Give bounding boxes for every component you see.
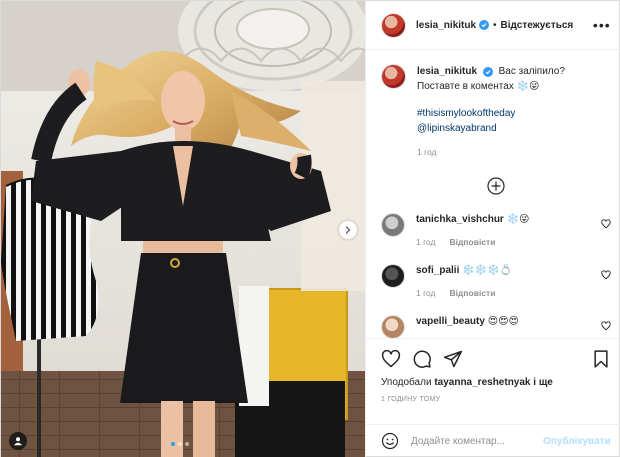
verified-icon: [479, 20, 490, 31]
follow-separator: •: [493, 19, 497, 31]
comment-like-button[interactable]: [601, 270, 611, 283]
author-avatar[interactable]: [381, 12, 406, 38]
commenter-avatar[interactable]: [381, 315, 405, 339]
verified-icon: [482, 67, 493, 78]
publish-comment-button[interactable]: Опублікувати: [543, 436, 611, 447]
following-button[interactable]: Відстежується: [501, 20, 574, 31]
comment-button[interactable]: [412, 349, 432, 369]
load-more-comments-button[interactable]: [381, 177, 611, 195]
comment-text: ❄️😜: [506, 214, 530, 226]
caption-line-2: Поставте в коментах ❄️😜: [417, 81, 540, 93]
commenter-username[interactable]: sofi_palii: [416, 265, 459, 276]
post-photo[interactable]: [1, 1, 365, 457]
comment-items: tanichka_vishchur ❄️😜 1 год Відповісти sofi…: [381, 213, 611, 339]
post-actions: Уподобали tayanna_reshetnyak і ще 1 ГОДИ…: [366, 338, 620, 424]
reply-button[interactable]: Відповісти: [450, 286, 496, 300]
instagram-post: lesia_nikituk • Відстежується ••• lesia_…: [0, 0, 620, 457]
caption-author-avatar[interactable]: [381, 64, 406, 90]
plus-circle-icon: [487, 177, 505, 195]
chevron-right-icon: [345, 226, 351, 234]
add-comment-bar: Опублікувати: [366, 423, 620, 457]
comment-text: 😍😍😍: [487, 316, 519, 328]
likes-summary: Уподобали tayanna_reshetnyak і ще: [381, 377, 611, 388]
post-caption: lesia_nikituk Вас заліпило? Поставте в к…: [381, 64, 611, 160]
likes-prefix: Уподобали: [381, 377, 432, 389]
share-button[interactable]: [443, 349, 463, 369]
post-side-panel: lesia_nikituk • Відстежується ••• lesia_…: [365, 1, 620, 457]
commenter-avatar[interactable]: [381, 264, 405, 289]
comment-text: ❄️❄️❄️💍: [462, 265, 512, 277]
comment-body: vapelli_beauty 😍😍😍: [416, 315, 601, 337]
heart-icon: [601, 270, 611, 280]
commenter-username[interactable]: vapelli_beauty: [416, 316, 485, 327]
carousel-next-button[interactable]: [339, 221, 357, 239]
comment-icon: [413, 350, 431, 369]
author-username[interactable]: lesia_nikituk: [416, 20, 476, 31]
heart-icon: [601, 321, 611, 331]
user-tag-icon: [14, 437, 22, 446]
commenter-avatar[interactable]: [381, 213, 405, 238]
carousel-indicator: [171, 442, 189, 446]
comment-timestamp: 1 год: [416, 237, 436, 248]
user-tags-button[interactable]: [9, 432, 27, 450]
reply-button[interactable]: Відповісти: [450, 235, 496, 249]
comment-item: vapelli_beauty 😍😍😍: [381, 315, 611, 339]
comment-meta: 1 год Відповісти: [416, 235, 601, 249]
heart-icon: [601, 219, 611, 229]
comment-body: sofi_palii ❄️❄️❄️💍 1 год Відповісти: [416, 264, 601, 300]
liker-username[interactable]: tayanna_reshetnyak: [434, 377, 530, 388]
author-block: lesia_nikituk • Відстежується: [416, 20, 573, 31]
caption-author-username[interactable]: lesia_nikituk: [417, 66, 477, 77]
comment-like-button[interactable]: [601, 321, 611, 334]
post-header: lesia_nikituk • Відстежується •••: [366, 1, 620, 51]
like-button[interactable]: [381, 349, 401, 369]
comments-list[interactable]: lesia_nikituk Вас заліпило? Поставте в к…: [366, 50, 620, 339]
likes-others-link[interactable]: і ще: [533, 377, 553, 388]
bookmark-icon: [594, 350, 608, 369]
save-button[interactable]: [591, 349, 611, 369]
caption-line-1: Вас заліпило?: [498, 66, 565, 78]
comment-item: sofi_palii ❄️❄️❄️💍 1 год Відповісти: [381, 264, 611, 300]
comment-input[interactable]: [411, 435, 543, 447]
more-options-button[interactable]: •••: [593, 18, 611, 32]
comment-item: tanichka_vishchur ❄️😜 1 год Відповісти: [381, 213, 611, 249]
comment-like-button[interactable]: [601, 219, 611, 232]
commenter-username[interactable]: tanichka_vishchur: [416, 214, 504, 225]
comment-meta: 1 год Відповісти: [416, 286, 601, 300]
action-bar: [381, 347, 611, 371]
photo-scene: [1, 1, 365, 457]
heart-icon: [381, 350, 401, 368]
share-icon: [443, 351, 463, 368]
caption-mention-link[interactable]: @lipinskayabrand: [417, 121, 565, 136]
caption-timestamp: 1 год: [417, 147, 437, 158]
caption-body: lesia_nikituk Вас заліпило? Поставте в к…: [417, 64, 565, 160]
carousel-dot: [178, 442, 182, 446]
post-timestamp: 1 ГОДИНУ ТОМУ: [381, 396, 441, 404]
comment-timestamp: 1 год: [416, 288, 436, 299]
emoji-picker-button[interactable]: [381, 432, 399, 450]
emoji-icon: [381, 433, 399, 450]
caption-hashtag-link[interactable]: #thisismylookoftheday: [417, 106, 565, 121]
carousel-dot: [171, 442, 175, 446]
comment-body: tanichka_vishchur ❄️😜 1 год Відповісти: [416, 213, 601, 249]
carousel-dot: [185, 442, 189, 446]
